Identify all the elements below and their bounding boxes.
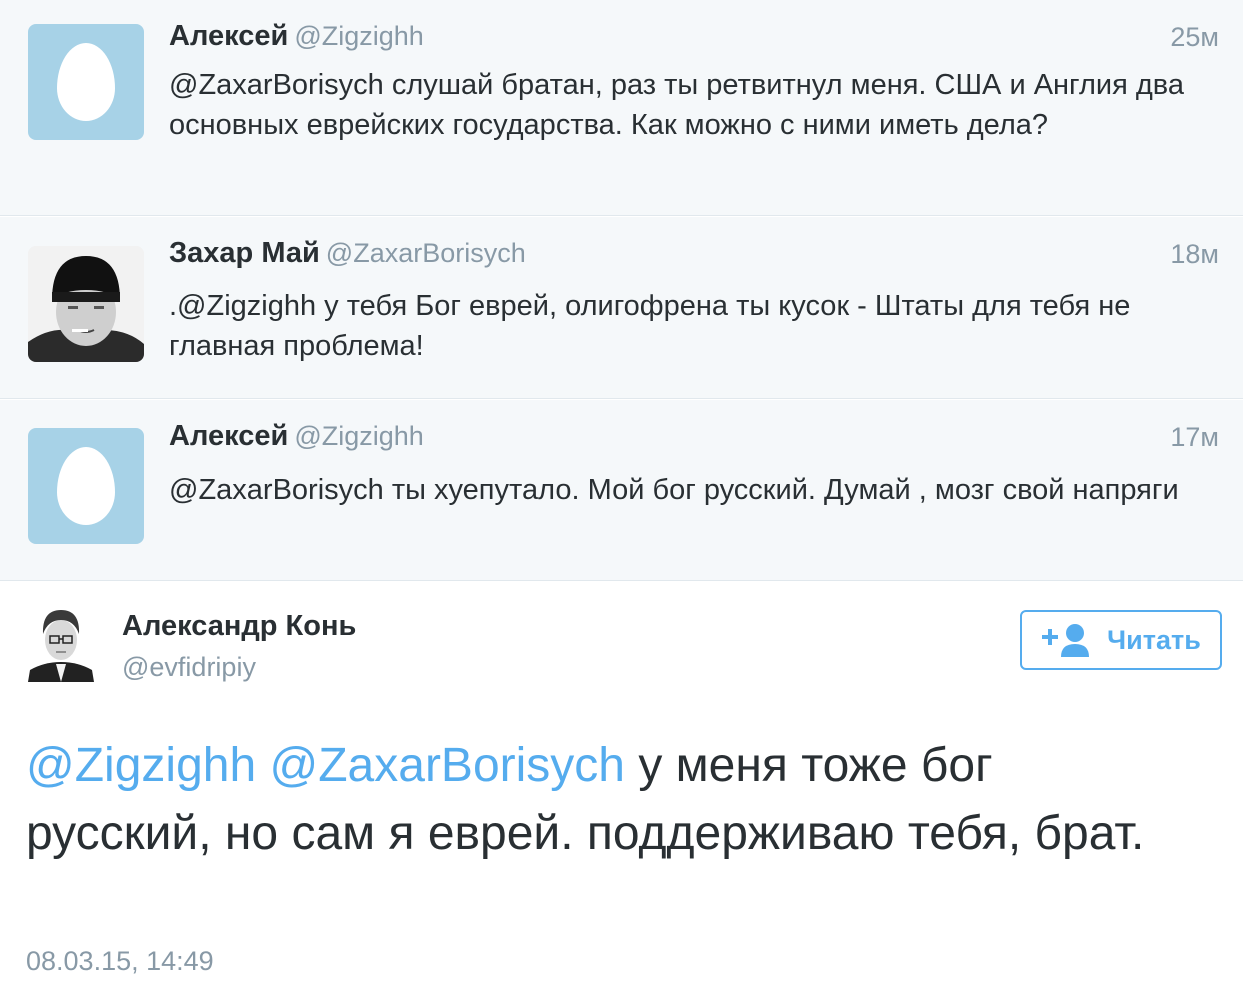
- egg-icon: [57, 447, 115, 525]
- avatar[interactable]: [28, 24, 144, 140]
- tweet-time[interactable]: 25м: [1170, 22, 1219, 53]
- mention-link[interactable]: @ZaxarBorisych: [270, 739, 625, 792]
- follow-label: Читать: [1107, 624, 1201, 655]
- add-user-icon: [1042, 624, 1090, 657]
- tweet-time[interactable]: 18м: [1170, 239, 1219, 270]
- main-tweet: Александр Конь @evfidripiy Читать @Zigzi…: [0, 582, 1243, 1001]
- author-name[interactable]: Алексей: [169, 20, 288, 52]
- avatar-photo: [28, 246, 144, 362]
- author-name[interactable]: Алексей: [169, 420, 288, 452]
- author-handle[interactable]: @Zigzighh: [294, 21, 423, 51]
- author-handle[interactable]: @ZaxarBorisych: [326, 238, 526, 268]
- reply-tweet[interactable]: Алексей @Zigzighh 17м @ZaxarBorisych ты х…: [0, 400, 1243, 581]
- default-egg-avatar: [28, 24, 144, 140]
- tweet-header: Алексей @Zigzighh 25м: [169, 20, 1219, 56]
- reply-tweet[interactable]: Алексей @Zigzighh 25м @ZaxarBorisych слуш…: [0, 0, 1243, 216]
- tweet-header: Захар Май @ZaxarBorisych 18м: [169, 237, 1219, 273]
- avatar[interactable]: [26, 604, 96, 682]
- author-name[interactable]: Александр Конь: [122, 610, 356, 643]
- avatar[interactable]: [28, 246, 144, 362]
- tweet-header: Алексей @Zigzighh 17м: [169, 420, 1219, 456]
- avatar[interactable]: [28, 428, 144, 544]
- person-beanie-photo: [28, 246, 144, 362]
- default-egg-avatar: [28, 428, 144, 544]
- egg-icon: [57, 43, 115, 121]
- tweet-text: @Zigzighh @ZaxarBorisych у меня тоже бог…: [26, 732, 1166, 868]
- tweet-text: .@Zigzighh у тебя Бог еврей, олигофрена …: [169, 290, 1131, 362]
- author-handle[interactable]: @Zigzighh: [294, 421, 423, 451]
- tweet-text: @ZaxarBorisych слушай братан, раз ты рет…: [169, 69, 1185, 141]
- tweet-time[interactable]: 17м: [1170, 422, 1219, 453]
- tweet-text: @ZaxarBorisych ты хуепутало. Мой бог рус…: [169, 474, 1179, 506]
- person-glasses-photo: [26, 604, 96, 682]
- tweet-timestamp[interactable]: 08.03.15, 14:49: [26, 946, 214, 977]
- author-name[interactable]: Захар Май: [169, 237, 320, 269]
- author-handle[interactable]: @evfidripiy: [122, 652, 256, 683]
- mention-link[interactable]: @Zigzighh: [26, 739, 256, 792]
- reply-tweet[interactable]: Захар Май @ZaxarBorisych 18м .@Zigzighh у…: [0, 217, 1243, 399]
- follow-button[interactable]: Читать: [1020, 610, 1222, 670]
